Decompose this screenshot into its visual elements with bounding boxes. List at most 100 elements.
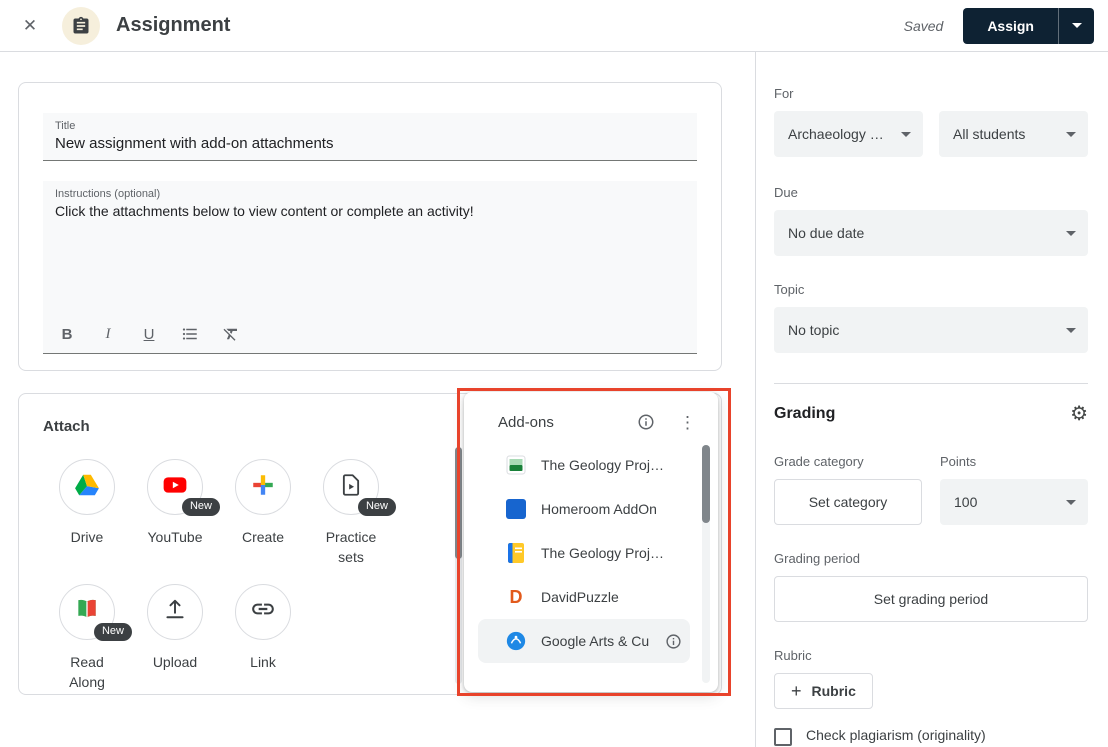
attach-option-label: Practice sets [316, 527, 386, 568]
assignment-editor-window: ✕ Assignment Saved Assign Title New assi… [0, 0, 1108, 747]
attach-option-label: Read Along [52, 652, 122, 693]
geology-project-icon [505, 454, 527, 476]
geology-notebook-icon [505, 542, 527, 564]
addon-name: The Geology Proj… [541, 545, 664, 561]
topic-select[interactable]: No topic [774, 307, 1088, 353]
class-select-value: Archaeology … [788, 126, 884, 142]
addons-header: Add-ons ⋮ [464, 392, 718, 437]
divider [774, 383, 1088, 384]
addon-item-geology-project[interactable]: The Geology Proj… [478, 443, 690, 487]
addon-name: The Geology Proj… [541, 457, 664, 473]
page-title: Assignment [116, 14, 230, 37]
attach-option-label: YouTube [147, 527, 202, 547]
chevron-down-icon [1066, 328, 1076, 333]
upload-icon [162, 596, 188, 627]
attach-option-upload[interactable]: Upload [131, 584, 219, 693]
gear-icon[interactable]: ⚙ [1070, 401, 1088, 426]
italic-icon[interactable]: I [98, 324, 118, 344]
due-date-value: No due date [788, 225, 864, 241]
main-body: Title New assignment with add-on attachm… [0, 52, 1108, 747]
assignment-clipboard-icon [62, 7, 100, 45]
plus-icon: + [791, 681, 802, 702]
addon-name: Homeroom AddOn [541, 501, 657, 517]
saved-status: Saved [904, 18, 944, 34]
rubric-button-label: Rubric [812, 683, 856, 699]
attach-option-drive[interactable]: Drive [43, 459, 131, 568]
scrollbar-thumb[interactable] [455, 447, 462, 559]
more-options-icon[interactable]: ⋮ [679, 414, 696, 431]
bulleted-list-icon[interactable] [180, 324, 200, 344]
addons-heading: Add-ons [498, 414, 554, 431]
addon-name: Google Arts & Cu [541, 633, 649, 649]
addon-name: DavidPuzzle [541, 589, 619, 605]
grade-category-label: Grade category [774, 454, 922, 469]
addon-item-homeroom[interactable]: Homeroom AddOn [478, 487, 690, 531]
addons-popup: Add-ons ⋮ The Geology Proj… Ho [464, 392, 718, 692]
plagiarism-checkbox[interactable] [774, 728, 792, 746]
close-icon[interactable]: ✕ [10, 6, 50, 46]
top-bar: ✕ Assignment Saved Assign [0, 0, 1108, 52]
create-icon [250, 472, 276, 503]
scrollbar-thumb[interactable] [702, 445, 710, 523]
assign-button[interactable]: Assign [963, 8, 1058, 44]
new-badge: New [358, 498, 396, 516]
chevron-down-icon [1066, 500, 1076, 505]
class-select[interactable]: Archaeology … [774, 111, 923, 157]
attach-option-label: Upload [153, 652, 197, 672]
chevron-down-icon [1066, 132, 1076, 137]
chevron-down-icon [901, 132, 911, 137]
formatting-toolbar: B I U [57, 324, 241, 344]
addon-item-geology-notebook[interactable]: The Geology Proj… [478, 531, 690, 575]
new-badge: New [94, 623, 132, 641]
attach-option-label: Create [242, 527, 284, 547]
attach-panel-scrollbar[interactable] [455, 447, 462, 684]
addon-item-arts-culture[interactable]: Google Arts & Cu [478, 619, 690, 663]
davidpuzzle-icon: D [505, 586, 527, 608]
addons-scrollbar[interactable] [702, 445, 710, 683]
plagiarism-label: Check plagiarism (originality) [806, 727, 986, 743]
grading-heading: Grading [774, 405, 835, 423]
points-select[interactable]: 100 [940, 479, 1088, 525]
drive-icon [74, 472, 100, 503]
instructions-label: Instructions (optional) [55, 188, 685, 200]
info-icon[interactable] [637, 413, 655, 431]
topic-label: Topic [774, 282, 1088, 297]
for-label: For [774, 86, 1088, 101]
due-label: Due [774, 185, 1088, 200]
practice-sets-icon [338, 472, 364, 503]
attach-option-read-along[interactable]: New Read Along [43, 584, 131, 693]
assign-split-button: Assign [963, 8, 1094, 44]
set-category-button[interactable]: Set category [774, 479, 922, 525]
title-label: Title [55, 120, 685, 132]
homeroom-addon-icon [505, 498, 527, 520]
settings-sidebar: For Archaeology … All students Due No du… [755, 52, 1108, 747]
bold-icon[interactable]: B [57, 324, 77, 344]
info-icon[interactable] [665, 633, 682, 650]
addons-list: The Geology Proj… Homeroom AddOn The Geo… [464, 437, 718, 663]
instructions-value: Click the attachments below to view cont… [55, 203, 685, 219]
title-input[interactable]: Title New assignment with add-on attachm… [43, 113, 697, 161]
new-badge: New [182, 498, 220, 516]
chevron-down-icon [1072, 23, 1082, 28]
clear-formatting-icon[interactable] [221, 324, 241, 344]
due-date-select[interactable]: No due date [774, 210, 1088, 256]
link-icon [250, 596, 276, 627]
students-select[interactable]: All students [939, 111, 1088, 157]
students-select-value: All students [953, 126, 1025, 142]
arts-culture-icon [505, 630, 527, 652]
youtube-icon [162, 472, 188, 503]
points-label: Points [940, 454, 1088, 469]
add-rubric-button[interactable]: + Rubric [774, 673, 873, 709]
addon-item-davidpuzzle[interactable]: D DavidPuzzle [478, 575, 690, 619]
attach-option-link[interactable]: Link [219, 584, 307, 693]
attach-option-youtube[interactable]: New YouTube [131, 459, 219, 568]
assign-dropdown-button[interactable] [1058, 8, 1094, 44]
underline-icon[interactable]: U [139, 324, 159, 344]
attach-option-create[interactable]: Create [219, 459, 307, 568]
set-grading-period-button[interactable]: Set grading period [774, 576, 1088, 622]
attach-option-practice-sets[interactable]: New Practice sets [307, 459, 395, 568]
chevron-down-icon [1066, 231, 1076, 236]
attach-option-label: Link [250, 652, 276, 672]
points-value: 100 [954, 494, 977, 510]
instructions-input[interactable]: Instructions (optional) Click the attach… [43, 181, 697, 354]
